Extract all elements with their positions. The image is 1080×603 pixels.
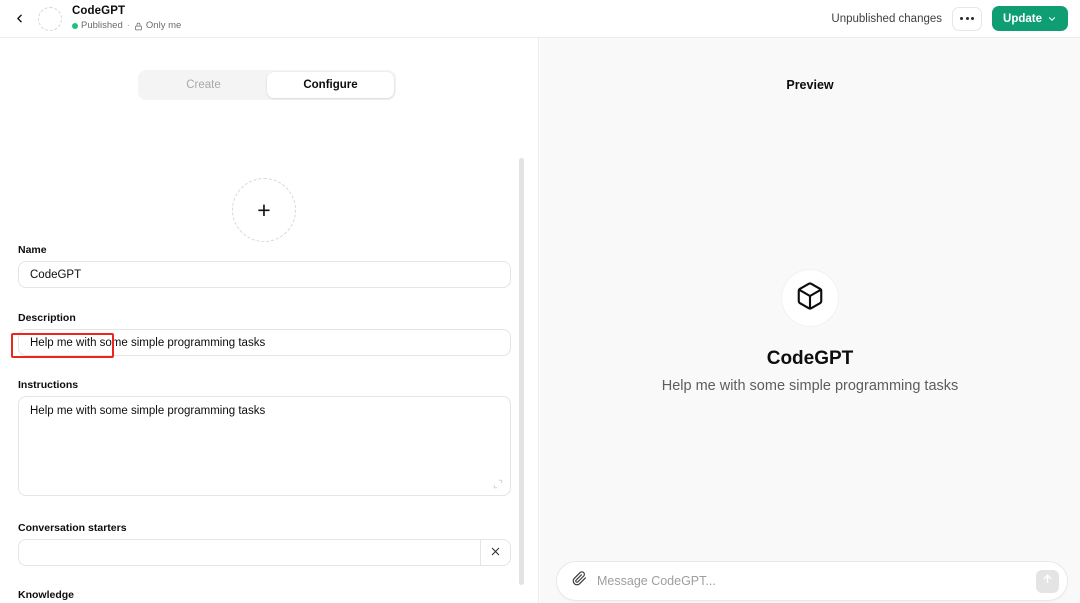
instructions-value: Help me with some simple programming tas… bbox=[30, 405, 265, 417]
name-input[interactable]: CodeGPT bbox=[18, 261, 511, 288]
instructions-label: Instructions bbox=[18, 379, 78, 391]
gpt-image-upload-button[interactable]: + bbox=[232, 178, 296, 242]
message-input[interactable]: Message CodeGPT... bbox=[597, 574, 1036, 588]
top-bar: CodeGPT Published · Only me Unpublished … bbox=[0, 0, 1080, 38]
preview-title: Preview bbox=[540, 78, 1080, 92]
close-icon bbox=[490, 544, 501, 562]
gpt-identity: CodeGPT Published · Only me bbox=[72, 5, 181, 31]
preview-gpt-name: CodeGPT bbox=[767, 348, 854, 370]
update-button[interactable]: Update bbox=[992, 6, 1068, 31]
conversation-starters-label: Conversation starters bbox=[18, 522, 127, 534]
conversation-starter-row bbox=[18, 539, 511, 566]
top-bar-actions: Unpublished changes Update bbox=[831, 6, 1080, 31]
more-options-button[interactable] bbox=[952, 7, 982, 31]
tab-create[interactable]: Create bbox=[140, 72, 267, 98]
gpt-avatar-placeholder[interactable] bbox=[38, 7, 62, 31]
tab-configure[interactable]: Configure bbox=[267, 72, 394, 98]
unpublished-changes-label: Unpublished changes bbox=[831, 13, 942, 25]
update-button-label: Update bbox=[1003, 13, 1042, 25]
gpt-logo-badge bbox=[782, 270, 838, 326]
chevron-left-icon bbox=[13, 12, 26, 25]
configure-scrollbar[interactable] bbox=[519, 158, 524, 585]
ellipsis-icon bbox=[960, 17, 974, 20]
paperclip-icon bbox=[572, 571, 587, 591]
message-composer[interactable]: Message CodeGPT... bbox=[556, 561, 1068, 601]
gpt-editor-window: CodeGPT Published · Only me Unpublished … bbox=[0, 0, 1080, 603]
page-title: CodeGPT bbox=[72, 5, 181, 18]
plus-icon: + bbox=[257, 199, 270, 222]
conversation-starter-input[interactable] bbox=[18, 539, 480, 566]
configure-form: + Name CodeGPT Description Help me with … bbox=[0, 106, 539, 603]
back-button[interactable] bbox=[4, 4, 34, 34]
send-message-button[interactable] bbox=[1036, 570, 1059, 593]
attach-file-button[interactable] bbox=[569, 571, 589, 591]
expand-icon[interactable] bbox=[493, 479, 503, 489]
knowledge-label: Knowledge bbox=[18, 589, 74, 601]
preview-panel: Preview CodeGPT Help me with some simple… bbox=[540, 38, 1080, 603]
clear-conversation-starter-button[interactable] bbox=[480, 539, 511, 566]
status-separator: · bbox=[127, 21, 130, 32]
description-label: Description bbox=[18, 312, 76, 324]
description-input[interactable]: Help me with some simple programming tas… bbox=[18, 329, 511, 356]
preview-empty-state: CodeGPT Help me with some simple program… bbox=[540, 270, 1080, 394]
arrow-up-icon bbox=[1041, 572, 1054, 590]
instructions-textarea[interactable]: Help me with some simple programming tas… bbox=[18, 396, 511, 496]
chevron-down-icon bbox=[1047, 14, 1057, 24]
published-dot-icon bbox=[72, 23, 78, 29]
editor-tabs: Create Configure bbox=[138, 70, 396, 100]
configure-panel: Create Configure + Name CodeGPT Descript… bbox=[0, 38, 539, 603]
gpt-status-line: Published · Only me bbox=[72, 21, 181, 32]
preview-gpt-description: Help me with some simple programming tas… bbox=[662, 378, 959, 394]
status-badge: Published bbox=[81, 21, 123, 32]
visibility-label: Only me bbox=[146, 21, 181, 32]
scrollbar-thumb[interactable] bbox=[519, 158, 524, 585]
lock-icon bbox=[134, 22, 143, 31]
name-label: Name bbox=[18, 244, 47, 256]
cube-icon bbox=[795, 281, 825, 316]
